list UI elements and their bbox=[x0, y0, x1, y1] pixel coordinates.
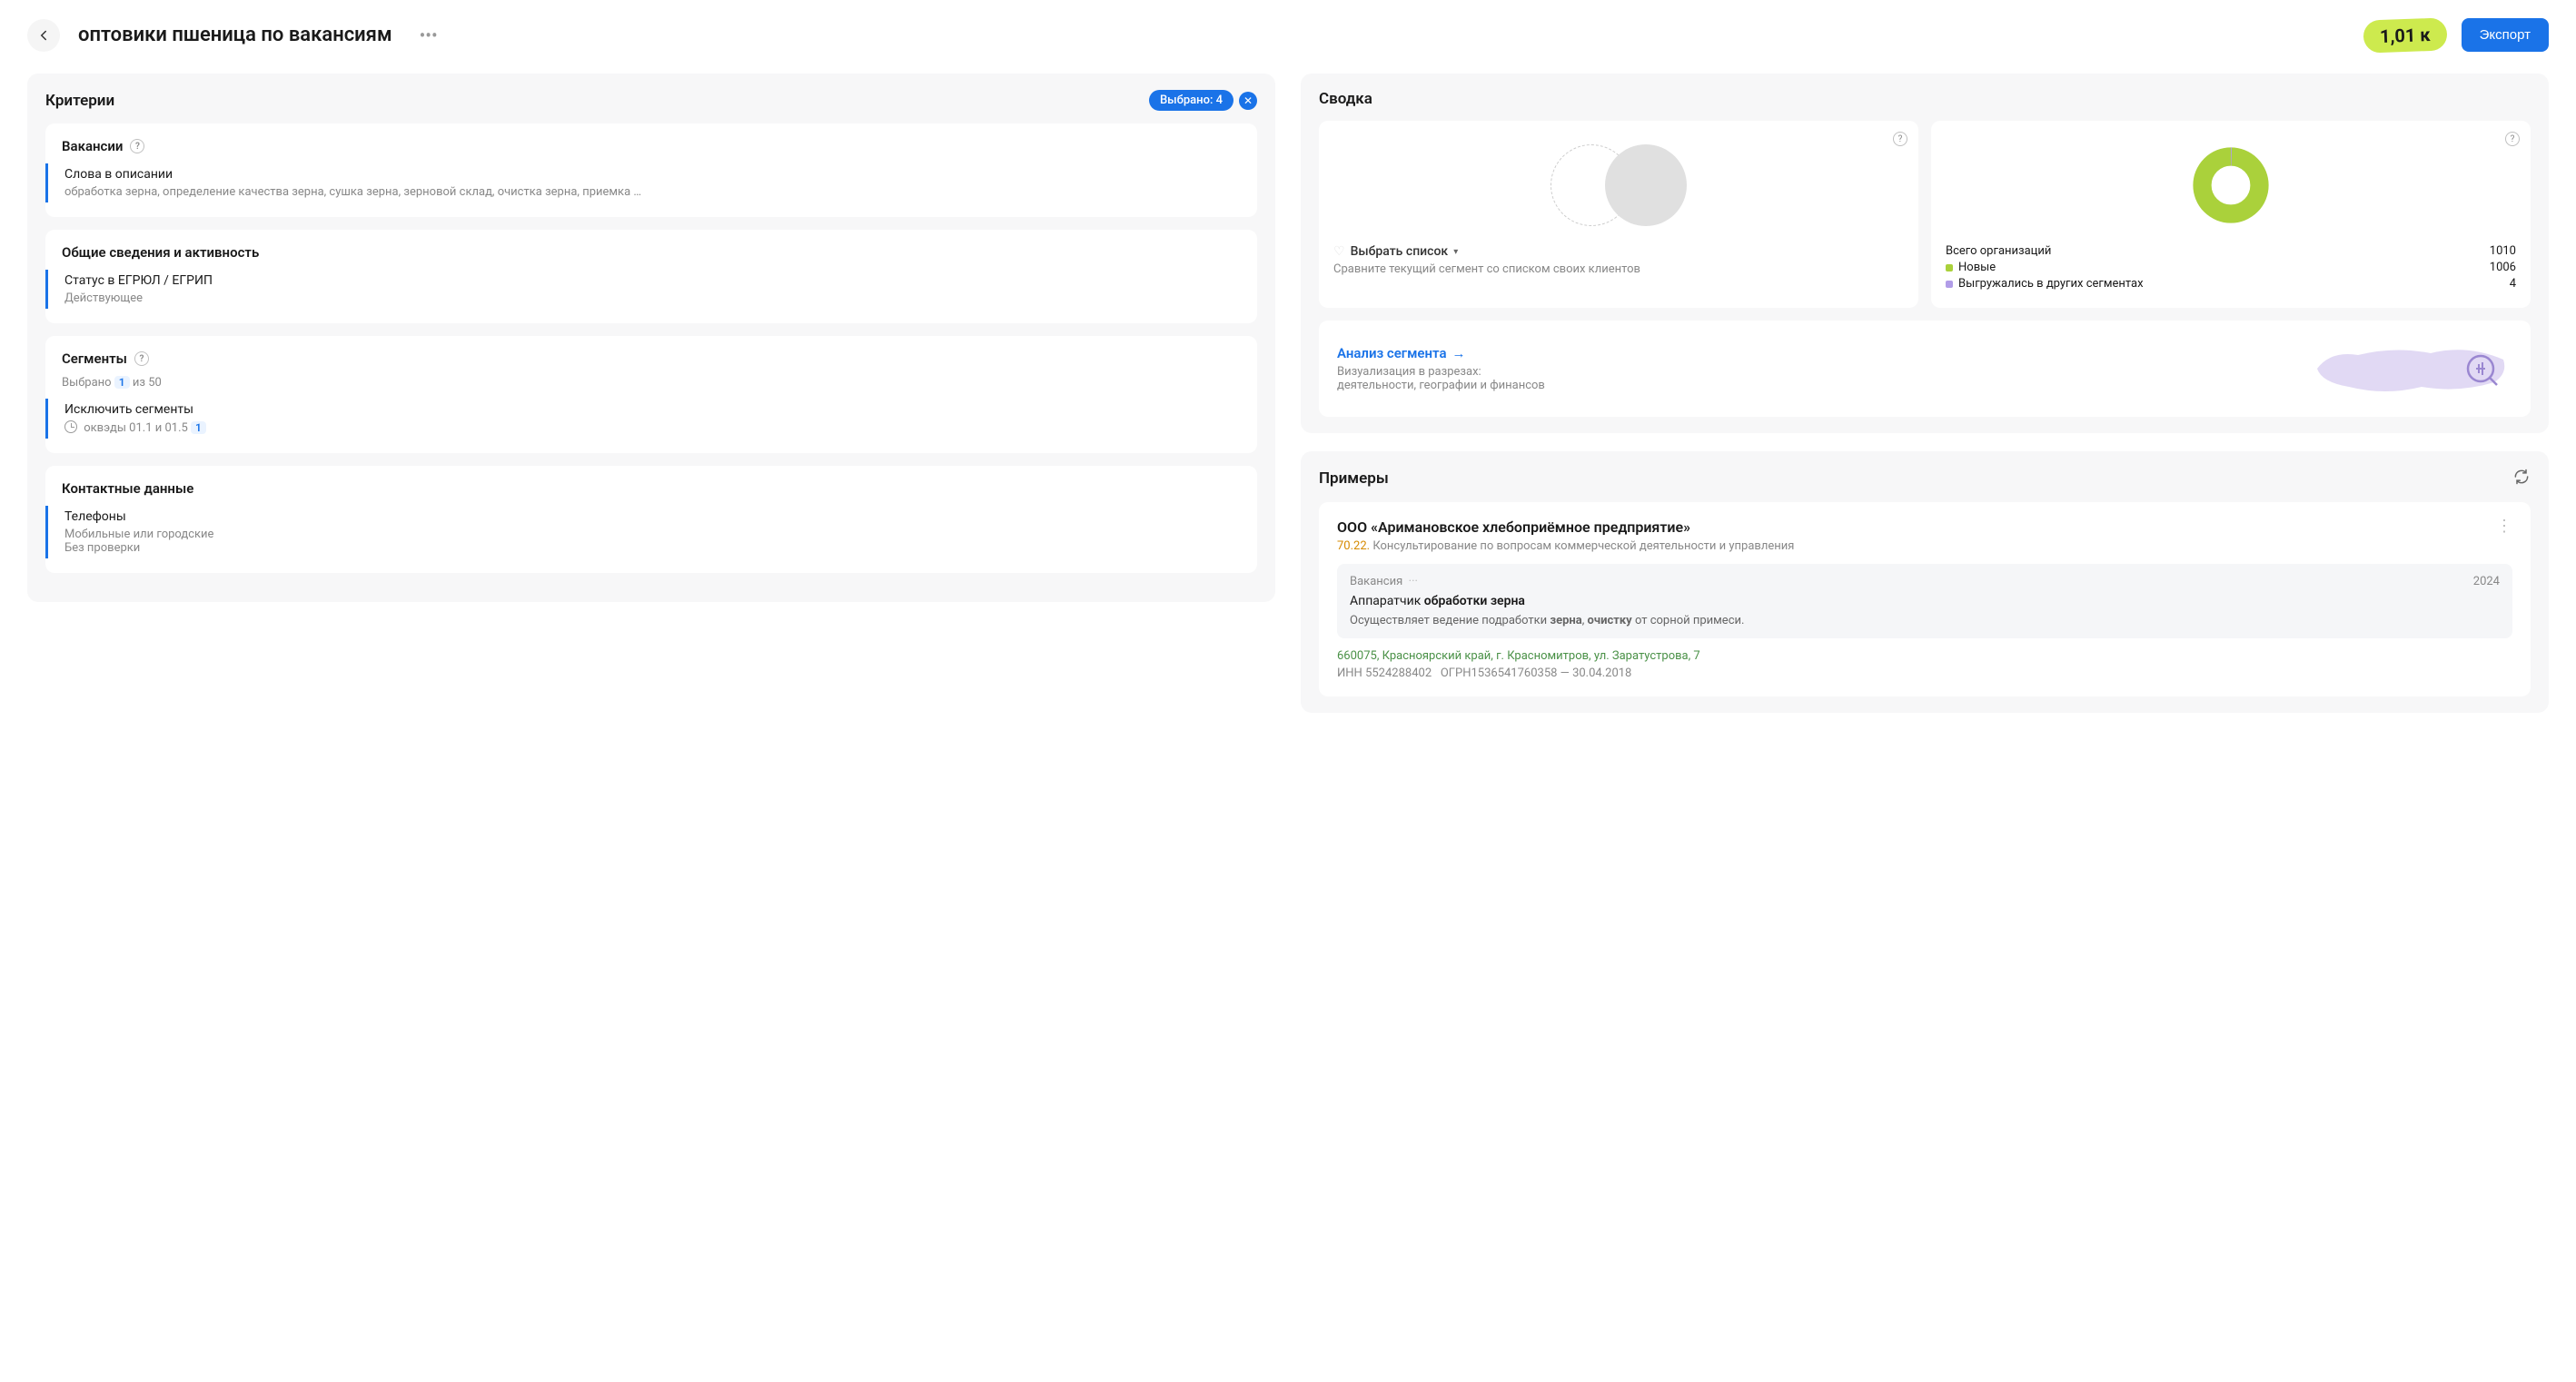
clear-selection-button[interactable]: ✕ bbox=[1239, 92, 1257, 110]
help-icon[interactable]: ? bbox=[1893, 132, 1907, 146]
venn-diagram bbox=[1333, 144, 1904, 226]
venn-right-circle bbox=[1605, 144, 1687, 226]
select-list-dropdown[interactable]: ♡ Выбрать список ▾ bbox=[1333, 244, 1904, 259]
compare-card: ? ♡ Выбрать список ▾ Сравните текущий се… bbox=[1319, 121, 1918, 308]
summary-header: Сводка bbox=[1319, 90, 2531, 108]
export-button[interactable]: Экспорт bbox=[2462, 18, 2549, 52]
result-count-badge: 1,01 к bbox=[2363, 17, 2447, 53]
chevron-down-icon: ▾ bbox=[1453, 247, 1458, 257]
criteria-panel-header: Критерии Выбрано: 4 ✕ bbox=[45, 90, 1257, 111]
criteria-column: Критерии Выбрано: 4 ✕ Вакансии ? Слова в… bbox=[27, 74, 1275, 731]
donut-chart bbox=[1946, 144, 2516, 226]
item-value: обработка зерна, определение качества зе… bbox=[64, 185, 1241, 199]
item-label: Статус в ЕГРЮЛ / ЕГРИП bbox=[64, 273, 1241, 288]
segment-count-badge: 1 bbox=[114, 376, 130, 389]
back-button[interactable] bbox=[27, 19, 60, 52]
summary-cards-row: ? ♡ Выбрать список ▾ Сравните текущий се… bbox=[1319, 121, 2531, 308]
example-head: ООО «Аримановское хлебоприёмное предприя… bbox=[1337, 518, 2512, 564]
summary-panel: Сводка ? ♡ Выбрать список ▾ Сравните тек… bbox=[1301, 74, 2549, 433]
total-orgs-row: Всего организаций 1010 bbox=[1946, 244, 2516, 258]
phones-item[interactable]: Телефоны Мобильные или городские Без про… bbox=[45, 506, 1241, 558]
company-name: ООО «Аримановское хлебоприёмное предприя… bbox=[1337, 518, 1794, 536]
analysis-text: Анализ сегмента → Визуализация в разреза… bbox=[1337, 345, 1545, 392]
examples-panel: Примеры ООО «Аримановское хлебоприёмное … bbox=[1301, 451, 2549, 713]
more-button[interactable]: ••• bbox=[411, 25, 447, 46]
selected-badge: Выбрано: 4 ✕ bbox=[1149, 90, 1257, 111]
header-left: оптовики пшеница по вакансиям ••• bbox=[27, 19, 447, 52]
right-column: Сводка ? ♡ Выбрать список ▾ Сравните тек… bbox=[1301, 74, 2549, 731]
vacancy-head: Вакансия ··· 2024 bbox=[1350, 575, 2500, 588]
arrow-right-icon: → bbox=[1452, 345, 1466, 361]
main-content: Критерии Выбрано: 4 ✕ Вакансии ? Слова в… bbox=[27, 74, 2549, 731]
company-ids: ИНН 5524288402 ОГРН1536541760358 — 30.04… bbox=[1337, 666, 2512, 680]
exported-orgs-row: Выгружались в других сегментах 4 bbox=[1946, 277, 2516, 291]
item-value: Действующее bbox=[64, 291, 1241, 305]
item-label: Телефоны bbox=[64, 509, 1241, 524]
legend-dot-purple bbox=[1946, 281, 1953, 288]
item-label: Исключить сегменты bbox=[64, 402, 1241, 417]
arrow-left-icon bbox=[35, 27, 52, 44]
vacancies-title: Вакансии ? bbox=[62, 138, 1241, 154]
card-menu-button[interactable]: ⋮ bbox=[2496, 518, 2512, 535]
page-title: оптовики пшеница по вакансиям bbox=[78, 24, 392, 46]
company-address: 660075, Красноярский край, г. Красномитр… bbox=[1337, 649, 2512, 663]
segment-badge: 1 bbox=[191, 421, 206, 434]
orgs-card: ? Всего организаций 1010 Новые 1006 bbox=[1931, 121, 2531, 308]
segments-card[interactable]: Сегменты ? Выбрано 1 из 50 Исключить сег… bbox=[45, 336, 1257, 453]
new-orgs-row: Новые 1006 bbox=[1946, 261, 2516, 274]
help-icon[interactable]: ? bbox=[2505, 132, 2520, 146]
exclude-segments-item[interactable]: Исключить сегменты оквэды 01.1 и 01.5 1 bbox=[45, 399, 1241, 439]
criteria-panel: Критерии Выбрано: 4 ✕ Вакансии ? Слова в… bbox=[27, 74, 1275, 602]
vacancy-description: Осуществляет ведение подработки зерна, о… bbox=[1350, 614, 2500, 627]
help-icon[interactable]: ? bbox=[134, 351, 149, 366]
legend-dot-green bbox=[1946, 264, 1953, 271]
analysis-sub2: деятельности, географии и финансов bbox=[1337, 379, 1545, 392]
vacancies-card[interactable]: Вакансии ? Слова в описании обработка зе… bbox=[45, 123, 1257, 217]
selected-count-pill[interactable]: Выбрано: 4 bbox=[1149, 90, 1234, 111]
contacts-title: Контактные данные bbox=[62, 480, 1241, 497]
item-value1: Мобильные или городские bbox=[64, 528, 1241, 541]
analysis-link[interactable]: Анализ сегмента → bbox=[1337, 345, 1545, 361]
refresh-button[interactable] bbox=[2512, 468, 2531, 489]
segments-subtitle: Выбрано 1 из 50 bbox=[62, 376, 1241, 390]
help-icon[interactable]: ? bbox=[130, 139, 144, 153]
general-title: Общие сведения и активность bbox=[62, 244, 1241, 261]
contacts-card[interactable]: Контактные данные Телефоны Мобильные или… bbox=[45, 466, 1257, 573]
page-header: оптовики пшеница по вакансиям ••• 1,01 к… bbox=[27, 18, 2549, 52]
analysis-sub1: Визуализация в разрезах: bbox=[1337, 365, 1545, 379]
item-value2: Без проверки bbox=[64, 541, 1241, 555]
item-label: Слова в описании bbox=[64, 167, 1241, 182]
criteria-title: Критерии bbox=[45, 92, 114, 110]
company-activity: 70.22. Консультирование по вопросам комм… bbox=[1337, 539, 1794, 553]
general-card[interactable]: Общие сведения и активность Статус в ЕГР… bbox=[45, 230, 1257, 323]
summary-title: Сводка bbox=[1319, 90, 1372, 108]
examples-title: Примеры bbox=[1319, 469, 1389, 488]
analysis-card[interactable]: Анализ сегмента → Визуализация в разреза… bbox=[1319, 321, 2531, 417]
donut-svg bbox=[2190, 144, 2272, 226]
item-value: оквэды 01.1 и 01.5 1 bbox=[64, 420, 1241, 435]
example-company-card[interactable]: ООО «Аримановское хлебоприёмное предприя… bbox=[1319, 502, 2531, 696]
map-placeholder bbox=[2313, 337, 2512, 400]
compare-hint: Сравните текущий сегмент со списком свои… bbox=[1333, 262, 1904, 276]
status-item[interactable]: Статус в ЕГРЮЛ / ЕГРИП Действующее bbox=[45, 270, 1241, 309]
vacancy-title: Аппаратчик обработки зерна bbox=[1350, 594, 2500, 608]
segments-title: Сегменты ? bbox=[62, 350, 1241, 367]
refresh-icon bbox=[2512, 468, 2531, 486]
clock-icon bbox=[64, 420, 77, 433]
russia-map-icon bbox=[2313, 337, 2512, 400]
vacancy-box: Вакансия ··· 2024 Аппаратчик обработки з… bbox=[1337, 564, 2512, 638]
examples-header: Примеры bbox=[1319, 468, 2531, 489]
vacancies-words-item[interactable]: Слова в описании обработка зерна, опреде… bbox=[45, 163, 1241, 202]
header-right: 1,01 к Экспорт bbox=[2363, 18, 2549, 52]
heart-icon: ♡ bbox=[1333, 244, 1345, 259]
